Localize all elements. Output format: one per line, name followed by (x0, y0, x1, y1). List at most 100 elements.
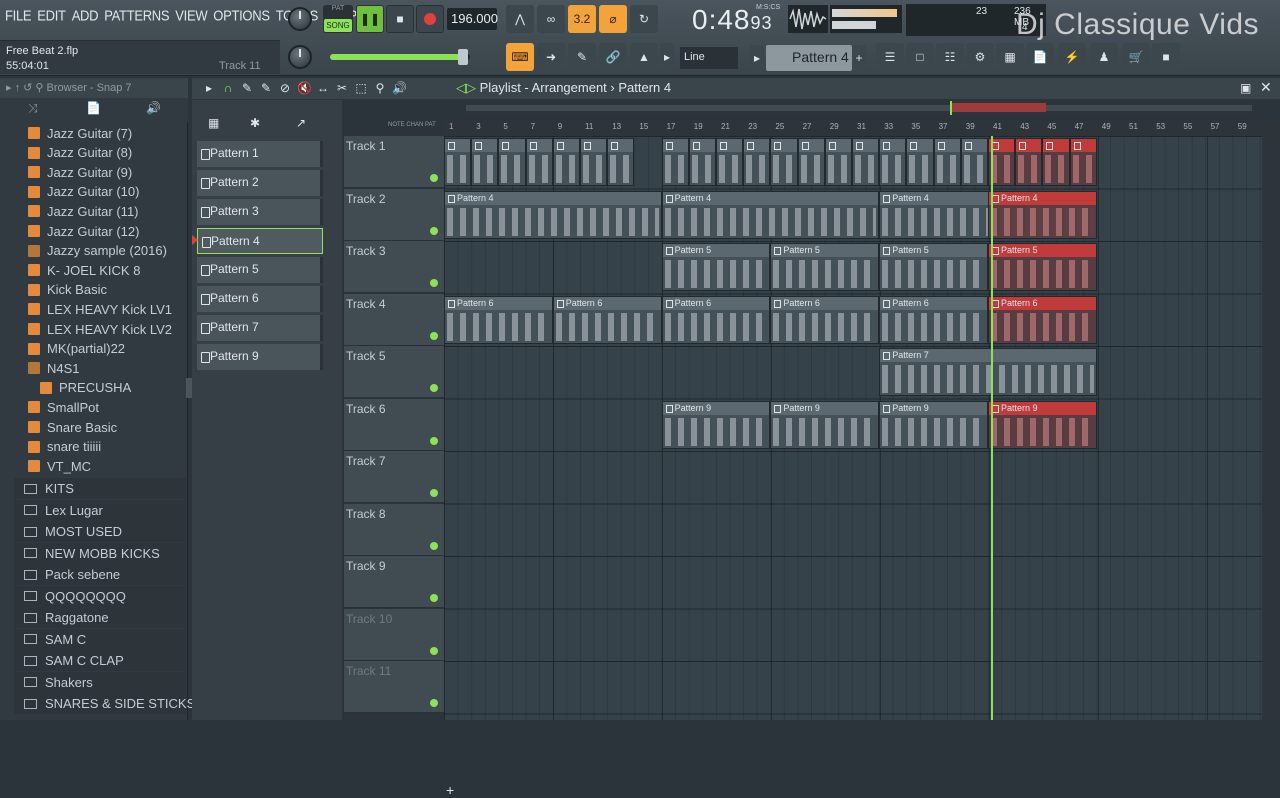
pattern-clip[interactable]: Pattern 6 (552, 295, 662, 344)
browser-folder-item[interactable]: QQQQQQQQ (14, 585, 186, 607)
pattern-clip[interactable] (824, 138, 852, 186)
pattern-clip[interactable] (743, 138, 771, 186)
slice-icon[interactable]: ✂ (335, 81, 349, 95)
pattern-item[interactable]: Pattern 3 (197, 199, 323, 225)
pat-song-toggle[interactable]: PAT SONG (323, 5, 353, 33)
pattern-clip[interactable] (933, 138, 961, 186)
pattern-item[interactable]: Pattern 5 (197, 257, 323, 283)
browser-folder-item[interactable]: SAM C (14, 628, 186, 650)
menu-add[interactable]: ADD (69, 5, 102, 26)
track-header[interactable]: Track 5 (344, 346, 444, 398)
pattern-clip[interactable] (471, 138, 499, 186)
track-mute-led[interactable] (430, 436, 438, 445)
pattern-clip[interactable] (1042, 138, 1070, 186)
track-mute-led[interactable] (430, 331, 438, 340)
pattern-clip[interactable] (688, 138, 716, 186)
pattern-clip[interactable]: Pattern 6 (661, 295, 771, 344)
pattern-clip[interactable] (716, 138, 744, 186)
playlist-grid[interactable]: Pattern 4 Pattern 4 Pattern 4 Pattern 4 Patt… (444, 136, 1262, 720)
pattern-clip[interactable]: Pattern 9 (770, 400, 880, 449)
browser-file-item[interactable]: SmallPot (28, 397, 99, 417)
pattern-selector[interactable]: Pattern 4 (766, 45, 852, 71)
delete-icon[interactable]: ⊘ (278, 81, 292, 95)
stamp-button[interactable]: ▲ (630, 43, 658, 71)
playback-icon[interactable]: 🔊 (392, 81, 407, 95)
pattern-clip[interactable] (661, 138, 689, 186)
pattern-clip[interactable] (552, 138, 580, 186)
browser-file-item[interactable]: Jazz Guitar (11) (28, 201, 139, 221)
pattern-clip[interactable]: Pattern 9 (879, 400, 988, 449)
browser-file-item[interactable]: N4S1 (28, 358, 80, 378)
browser-file-item[interactable]: snare tiiiii (28, 437, 101, 457)
playhead[interactable] (991, 136, 993, 720)
browser-folder-item[interactable]: Shakers (14, 671, 186, 693)
pattern-clip[interactable] (906, 138, 934, 186)
play-pause-button[interactable]: ❚❚ (356, 5, 384, 33)
master-pitch-knob[interactable] (288, 45, 312, 69)
browser-folder-item[interactable]: SNARES & SIDE STICKS (14, 693, 195, 714)
browser-file-item[interactable]: Jazz Guitar (12) (28, 221, 139, 241)
pattern-clip[interactable]: Pattern 6 (988, 295, 1097, 344)
pattern-clip[interactable]: Pattern 9 (988, 400, 1097, 449)
track-mute-led[interactable] (430, 384, 438, 392)
browser-folder-item[interactable]: Pack sebene (14, 564, 186, 585)
loop-region[interactable] (950, 103, 1046, 112)
browser-folder-item[interactable]: Lex Lugar (14, 499, 186, 521)
browser-file-item[interactable]: Kick Basic (28, 280, 107, 300)
track-header[interactable]: Track 6 (344, 398, 444, 451)
pattern-clip[interactable] (444, 138, 472, 186)
pattern-clip[interactable] (1015, 138, 1043, 186)
pattern-clip[interactable]: Pattern 6 (444, 295, 553, 344)
track-mute-led[interactable] (430, 174, 438, 182)
track-mute-led[interactable] (430, 699, 438, 707)
draw-icon[interactable]: ✎ (240, 81, 254, 95)
pattern-clip[interactable]: Pattern 5 (988, 243, 1097, 291)
file-icon[interactable]: 📄 (86, 101, 101, 115)
pattern-item[interactable]: Pattern 2 (197, 170, 323, 196)
piano-icon[interactable]: ▦ (208, 116, 219, 130)
browser-nav-icon[interactable]: ▸ ↑ ↺ ⚲ (6, 82, 43, 94)
pattern-prev-button[interactable]: ▸ (750, 45, 764, 71)
menu-view[interactable]: VIEW (172, 5, 210, 26)
browser-folder-item[interactable]: NEW MOBB KICKS (14, 542, 186, 564)
automation-icon[interactable]: ↗ (296, 116, 306, 130)
audio-icon[interactable]: ✱ (250, 116, 260, 130)
pattern-clip[interactable] (852, 138, 880, 186)
project-info-button[interactable]: ♟ (1090, 43, 1118, 71)
slip-icon[interactable]: ↔ (316, 81, 330, 95)
pattern-item[interactable]: Pattern 9 (197, 344, 323, 370)
browser-file-item[interactable]: Snare Basic (28, 417, 117, 437)
playlist-scrollbar[interactable] (466, 101, 1252, 115)
browser-file-item[interactable]: PRECUSHA (40, 378, 131, 398)
pattern-clip[interactable] (1069, 138, 1097, 186)
track-mute-led[interactable] (430, 279, 438, 287)
pattern-clip[interactable]: Pattern 4 (988, 190, 1097, 239)
pattern-clip[interactable]: Pattern 4 (444, 190, 662, 239)
pencil-tool-button[interactable]: ✎ (568, 43, 596, 71)
slider-thumb[interactable] (458, 49, 468, 65)
pattern-clip[interactable] (960, 138, 988, 186)
browser-file-item[interactable]: Jazz Guitar (9) (28, 162, 132, 182)
browser-file-item[interactable]: Jazz Guitar (7) (28, 123, 132, 143)
speaker-icon[interactable]: 🔊 (146, 101, 161, 115)
track-mute-led[interactable] (430, 489, 438, 497)
vertical-scrollbar[interactable] (1262, 136, 1280, 720)
link-button[interactable]: 🔗 (599, 43, 627, 71)
pattern-clip[interactable] (879, 138, 907, 186)
maximize-icon[interactable]: ▣ (1240, 81, 1251, 95)
add-pattern-button[interactable]: + (852, 45, 866, 71)
browser-file-item[interactable]: Jazz Guitar (8) (28, 143, 132, 163)
playlist-menu-icon[interactable]: ▸ (202, 81, 216, 95)
menu-file[interactable]: FILE (2, 5, 34, 26)
track-header[interactable]: Track 1 (344, 136, 444, 188)
track-header[interactable]: Track 9 (344, 556, 444, 608)
pattern-clip[interactable]: Pattern 4 (661, 190, 880, 239)
countdown-button[interactable]: 3.2 (568, 5, 596, 33)
close-icon[interactable]: ✕ (1260, 79, 1272, 96)
pattern-clip[interactable]: Pattern 5 (770, 243, 880, 291)
magnet-icon[interactable]: ∩ (221, 81, 235, 95)
pattern-clip[interactable] (498, 138, 526, 186)
track-mute-led[interactable] (430, 541, 438, 550)
arrow-tool-button[interactable]: ➜ (537, 43, 565, 71)
track-header[interactable]: Track 7 (344, 451, 444, 503)
